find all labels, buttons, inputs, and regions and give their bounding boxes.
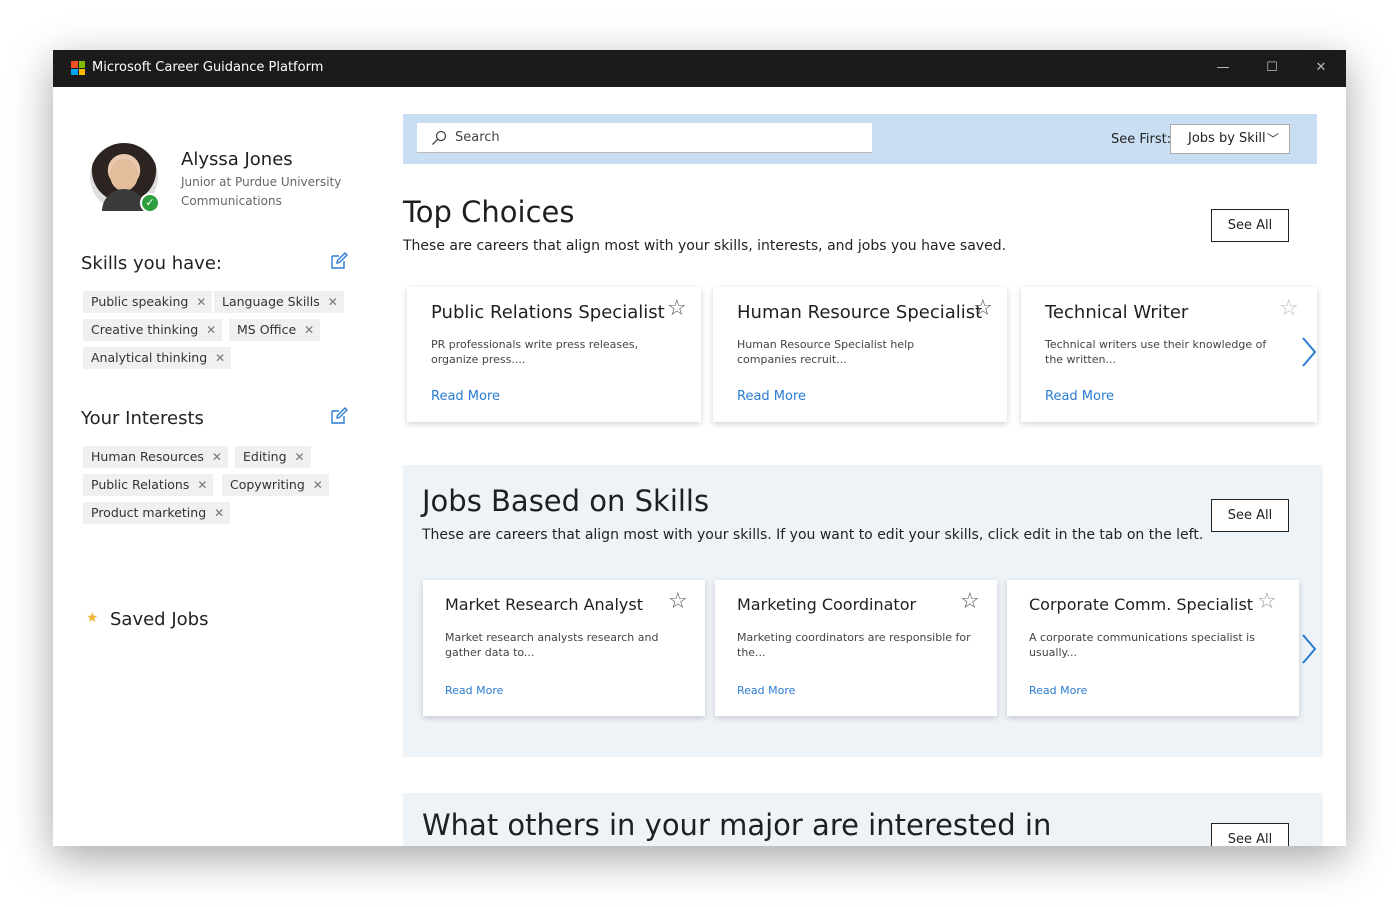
skill-tag-label: Creative thinking	[91, 322, 199, 337]
skill-tag-language-skills: Language Skills ✕	[214, 291, 344, 313]
star-icon[interactable]: ☆	[960, 589, 980, 614]
skill-tag-label: Language Skills	[222, 294, 320, 309]
user-school: Junior at Purdue University	[181, 175, 342, 189]
see-first-label: See First:	[1111, 132, 1172, 147]
remove-icon[interactable]: ✕	[212, 446, 222, 468]
interest-tag-label: Editing	[243, 449, 287, 464]
skill-tag-label: Analytical thinking	[91, 350, 208, 365]
job-card-title: Market Research Analyst	[445, 595, 643, 614]
remove-icon[interactable]: ✕	[215, 347, 225, 369]
skill-tag-analytical-thinking: Analytical thinking ✕	[83, 347, 232, 369]
user-name: Alyssa Jones	[181, 149, 293, 170]
sidebar: ✓ Alyssa Jones Junior at Purdue Universi…	[53, 87, 383, 846]
skill-tag-creative-thinking: Creative thinking ✕	[83, 319, 223, 341]
star-icon[interactable]: ☆	[973, 296, 993, 321]
minimize-button[interactable]: —	[1213, 58, 1233, 78]
job-card-description: Human Resource Specialist help companies…	[737, 338, 915, 366]
jobs-skills-see-all-button[interactable]: See All	[1211, 499, 1289, 532]
job-card[interactable]: Marketing Coordinator Marketing coordina…	[715, 580, 997, 716]
job-card-description: Technical writers use their knowledge of…	[1045, 338, 1267, 366]
close-button[interactable]: ✕	[1311, 58, 1331, 78]
job-card-title: Public Relations Specialist	[431, 302, 665, 323]
microsoft-logo-icon	[71, 61, 85, 75]
read-more-link[interactable]: Read More	[431, 389, 500, 404]
job-card[interactable]: Market Research Analyst Market research …	[423, 580, 705, 716]
job-card-title: Corporate Comm. Specialist	[1029, 595, 1254, 614]
remove-icon[interactable]: ✕	[214, 502, 224, 524]
search-bar: Search See First: Jobs by Skill ﹀	[403, 114, 1317, 164]
interest-tag-public-relations: Public Relations ✕	[83, 474, 214, 496]
read-more-link[interactable]: Read More	[737, 684, 795, 697]
saved-jobs-link[interactable]: Saved Jobs	[110, 609, 208, 630]
maximize-button[interactable]: ☐	[1262, 58, 1282, 78]
see-first-value: Jobs by Skill	[1188, 131, 1266, 146]
read-more-link[interactable]: Read More	[445, 684, 503, 697]
interests-title: Your Interests	[81, 408, 204, 429]
window-title: Microsoft Career Guidance Platform	[92, 60, 324, 75]
chevron-right-icon[interactable]	[1299, 336, 1319, 368]
star-icon[interactable]: ☆	[1257, 589, 1277, 614]
interest-tag-label: Product marketing	[91, 505, 207, 520]
main-content: Search See First: Jobs by Skill ﹀ Top Ch…	[403, 87, 1346, 846]
remove-icon[interactable]: ✕	[313, 474, 323, 496]
top-choices-description: These are careers that align most with y…	[403, 238, 1007, 254]
chevron-down-icon: ﹀	[1266, 132, 1279, 146]
remove-icon[interactable]: ✕	[294, 446, 304, 468]
avatar[interactable]: ✓	[90, 143, 160, 213]
remove-icon[interactable]: ✕	[328, 291, 338, 313]
jobs-skills-description: These are careers that align most with y…	[422, 527, 1204, 543]
remove-icon[interactable]: ✕	[196, 291, 206, 313]
search-placeholder: Search	[455, 130, 500, 145]
interest-tag-product-marketing: Product marketing ✕	[83, 502, 231, 524]
job-card[interactable]: Human Resource Specialist Human Resource…	[713, 287, 1007, 422]
user-major: Communications	[181, 194, 282, 208]
remove-icon[interactable]: ✕	[197, 474, 207, 496]
jobs-skills-title: Jobs Based on Skills	[422, 484, 710, 518]
saved-star-icon: ★	[86, 610, 99, 626]
avatar-face	[110, 159, 138, 191]
skill-tag-label: Public speaking	[91, 294, 189, 309]
star-icon[interactable]: ☆	[667, 296, 687, 321]
top-choices-title: Top Choices	[403, 195, 575, 229]
app-window: Microsoft Career Guidance Platform — ☐ ✕…	[53, 50, 1346, 846]
job-card[interactable]: Corporate Comm. Specialist A corporate c…	[1007, 580, 1299, 716]
job-card-title: Human Resource Specialist	[737, 302, 983, 323]
job-card-description: A corporate communications specialist is…	[1029, 631, 1255, 659]
job-card[interactable]: Technical Writer Technical writers use t…	[1021, 287, 1317, 422]
remove-icon[interactable]: ✕	[304, 319, 314, 341]
edit-skills-icon[interactable]	[329, 251, 349, 271]
top-choices-see-all-button[interactable]: See All	[1211, 209, 1289, 242]
skill-tag-public-speaking: Public speaking ✕	[83, 291, 213, 313]
read-more-link[interactable]: Read More	[1029, 684, 1087, 697]
skill-tag-label: MS Office	[237, 322, 297, 337]
interest-tag-editing: Editing ✕	[235, 446, 311, 468]
others-title: What others in your major are interested…	[422, 808, 1052, 842]
job-card-description: Market research analysts research and ga…	[445, 631, 659, 659]
job-card-description: PR professionals write press releases, o…	[431, 338, 639, 366]
edit-interests-icon[interactable]	[329, 406, 349, 426]
interest-tag-label: Human Resources	[91, 449, 204, 464]
see-first-dropdown[interactable]: Jobs by Skill ﹀	[1170, 124, 1290, 154]
remove-icon[interactable]: ✕	[206, 319, 216, 341]
star-icon[interactable]: ☆	[668, 589, 688, 614]
interest-tag-copywriting: Copywriting ✕	[222, 474, 329, 496]
search-input[interactable]: Search	[417, 123, 872, 153]
interest-tag-label: Copywriting	[230, 477, 305, 492]
read-more-link[interactable]: Read More	[737, 389, 806, 404]
skills-title: Skills you have:	[81, 253, 222, 274]
interest-tag-label: Public Relations	[91, 477, 190, 492]
job-card[interactable]: Public Relations Specialist PR professio…	[407, 287, 701, 422]
interest-tag-human-resources: Human Resources ✕	[83, 446, 228, 468]
read-more-link[interactable]: Read More	[1045, 389, 1114, 404]
others-see-all-button[interactable]: See All	[1211, 823, 1289, 846]
job-card-description: Marketing coordinators are responsible f…	[737, 631, 971, 659]
chevron-right-icon[interactable]	[1299, 633, 1319, 665]
status-check-icon: ✓	[140, 193, 160, 213]
search-icon	[432, 130, 447, 145]
job-card-title: Marketing Coordinator	[737, 595, 917, 614]
title-bar: Microsoft Career Guidance Platform — ☐ ✕	[53, 50, 1346, 87]
star-icon[interactable]: ☆	[1279, 296, 1299, 321]
job-card-title: Technical Writer	[1045, 302, 1189, 323]
skill-tag-ms-office: MS Office ✕	[229, 319, 321, 341]
